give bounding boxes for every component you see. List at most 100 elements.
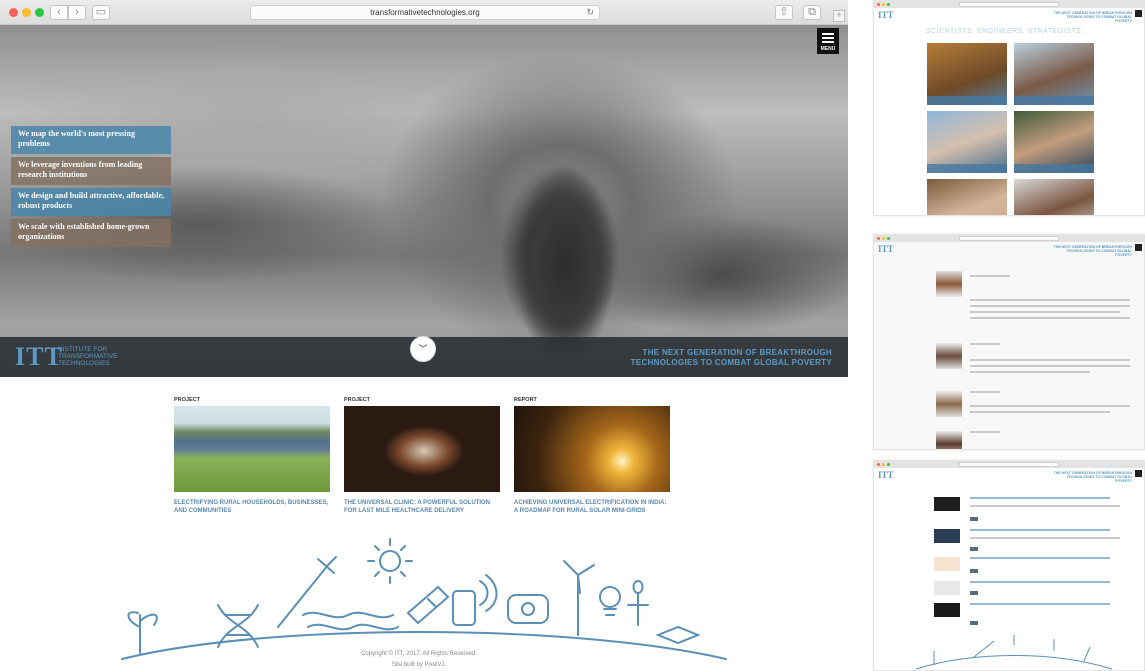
plant-icon — [127, 611, 158, 654]
device-dial-icon — [521, 602, 535, 616]
card-image-clinic[interactable] — [344, 406, 500, 492]
bio-name-line — [970, 275, 1010, 277]
share-icon: ⇧ — [779, 6, 789, 18]
wind-turbine-icon — [563, 560, 595, 636]
pillar-design-products: We design and build attractive, affordab… — [11, 188, 171, 216]
water-waves-icon — [302, 611, 399, 631]
team-portrait — [927, 43, 1007, 105]
itt-logo-text: INSTITUTE FOR TRANSFORMATIVE TECHNOLOGIE… — [58, 346, 118, 367]
phone-icon — [452, 590, 476, 626]
team-portrait — [1014, 43, 1094, 105]
thumbnail-menu-icon — [1135, 470, 1142, 477]
bio-text-line — [970, 359, 1130, 361]
team-portrait — [927, 111, 1007, 173]
close-window-button[interactable] — [9, 8, 18, 17]
thumbnail-toolbar — [874, 461, 1144, 468]
back-button[interactable]: ‹ — [50, 5, 68, 20]
bio-photo — [936, 431, 962, 449]
news-title-line — [970, 557, 1110, 559]
bio-text-line — [970, 317, 1130, 319]
card-image-lamp[interactable] — [514, 406, 670, 492]
pillar-leverage-inventions: We leverage inventions from leading rese… — [11, 157, 171, 185]
signal-waves-icon — [479, 574, 498, 612]
card-title[interactable]: ACHIEVING UNIVERSAL ELECTRIFICATION IN I… — [514, 499, 670, 515]
news-read-more-button — [970, 621, 978, 625]
card-title[interactable]: THE UNIVERSAL CLINIC: A POWERFUL SOLUTIO… — [344, 499, 500, 515]
bio-photo — [936, 343, 962, 369]
minimize-window-button[interactable] — [22, 8, 31, 17]
person-icon — [627, 579, 649, 626]
card-type: REPORT — [514, 397, 537, 403]
thumbnail-tagline: THE NEXT GENERATION OF BREAKTHROUGH TECH… — [1053, 471, 1132, 483]
bio-text-line — [970, 311, 1120, 313]
news-source-logo — [934, 529, 960, 543]
card-solar-mini-grids-report[interactable]: REPORT ACHIEVING UNIVERSAL ELECTRIFICATI… — [514, 397, 670, 515]
card-type: PROJECT — [344, 397, 370, 403]
thumbnail-tagline: THE NEXT GENERATION OF BREAKTHROUGH TECH… — [1053, 245, 1132, 257]
portrait-caption — [1014, 164, 1094, 173]
thumbnail-maximize-dot — [887, 237, 890, 240]
new-tab-button[interactable]: + — [833, 10, 845, 22]
thumbnail-maximize-dot — [887, 3, 890, 6]
thumbnail-footer-illustration — [915, 635, 1113, 670]
footer-illustration — [121, 538, 727, 660]
bio-text-line — [970, 305, 1130, 307]
book-icon — [655, 625, 701, 645]
news-source-logo — [934, 603, 960, 617]
show-tabs-button[interactable]: ⧉ — [803, 5, 821, 20]
menu-label: MENU — [820, 46, 836, 52]
itt-logo[interactable]: ITT — [15, 344, 63, 370]
news-source-logo — [934, 581, 960, 595]
tabs-icon: ⧉ — [808, 6, 816, 18]
address-bar[interactable]: transformativetechnologies.org ↻ — [250, 5, 600, 20]
bio-name-line — [970, 431, 1000, 433]
bio-name-line — [970, 391, 1000, 393]
news-text-line — [970, 505, 1120, 507]
maximize-window-button[interactable] — [35, 8, 44, 17]
news-source-logo — [934, 497, 960, 511]
bio-name-line — [970, 343, 1000, 345]
team-heading: SCIENTISTS. ENGINEERS. STRATEGISTS. — [926, 28, 1084, 35]
team-page-thumbnail: ITT THE NEXT GENERATION OF BREAKTHROUGH … — [873, 0, 1145, 216]
bio-text-line — [970, 411, 1110, 413]
device-icon — [507, 594, 549, 624]
browser-window: ‹ › ▭ transformativetechnologies.org ↻ ⇧… — [0, 0, 848, 671]
bios-page-thumbnail: ITT THE NEXT GENERATION OF BREAKTHROUGH … — [873, 234, 1145, 450]
url-text: transformativetechnologies.org — [370, 8, 480, 17]
bio-photo — [936, 391, 962, 417]
footer-built-by[interactable]: Site built by PixelVJ. — [0, 662, 838, 668]
forward-button[interactable]: › — [68, 5, 86, 20]
share-button[interactable]: ⇧ — [775, 5, 793, 20]
card-universal-clinic[interactable]: PROJECT THE UNIVERSAL CLINIC: A POWERFUL… — [344, 397, 500, 515]
thumbnail-maximize-dot — [887, 463, 890, 466]
hamburger-icon — [822, 33, 834, 35]
team-portrait — [1014, 179, 1094, 215]
mission-pillars: We map the world's most pressing problem… — [11, 126, 171, 250]
news-title-line — [970, 603, 1110, 605]
sidebar-toggle-button[interactable]: ▭ — [92, 5, 110, 20]
menu-button[interactable]: MENU — [817, 28, 839, 54]
team-portrait — [927, 179, 1007, 215]
chevron-right-icon: › — [75, 6, 79, 18]
scroll-down-button[interactable]: ﹀ — [410, 336, 436, 362]
browser-toolbar: ‹ › ▭ transformativetechnologies.org ↻ ⇧… — [0, 0, 848, 25]
thumbnail-url-bar — [959, 462, 1059, 467]
thumbnail-tagline: THE NEXT GENERATION OF BREAKTHROUGH TECH… — [1053, 11, 1132, 23]
lightbulb-base-icon — [603, 608, 617, 616]
syringe-icon — [277, 556, 337, 628]
card-rural-electrification[interactable]: PROJECT ELECTRIFYING RURAL HOUSEHOLDS, B… — [174, 397, 330, 515]
thumbnail-close-dot — [877, 3, 880, 6]
news-read-more-button — [970, 569, 978, 573]
reload-icon[interactable]: ↻ — [586, 6, 594, 19]
thumbnail-minimize-dot — [882, 463, 885, 466]
pillar-scale-organizations: We scale with established home-grown org… — [11, 219, 171, 247]
thumbnail-close-dot — [877, 463, 880, 466]
lightbulb-icon — [599, 586, 621, 608]
plus-icon: + — [836, 10, 842, 21]
news-page-thumbnail: ITT THE NEXT GENERATION OF BREAKTHROUGH … — [873, 460, 1145, 671]
card-title[interactable]: ELECTRIFYING RURAL HOUSEHOLDS, BUSINESSE… — [174, 499, 330, 515]
chevron-down-icon: ﹀ — [418, 344, 428, 354]
bio-text-line — [970, 371, 1090, 373]
card-image-solar-panels[interactable] — [174, 406, 330, 492]
sun-rays-icon — [367, 538, 413, 584]
